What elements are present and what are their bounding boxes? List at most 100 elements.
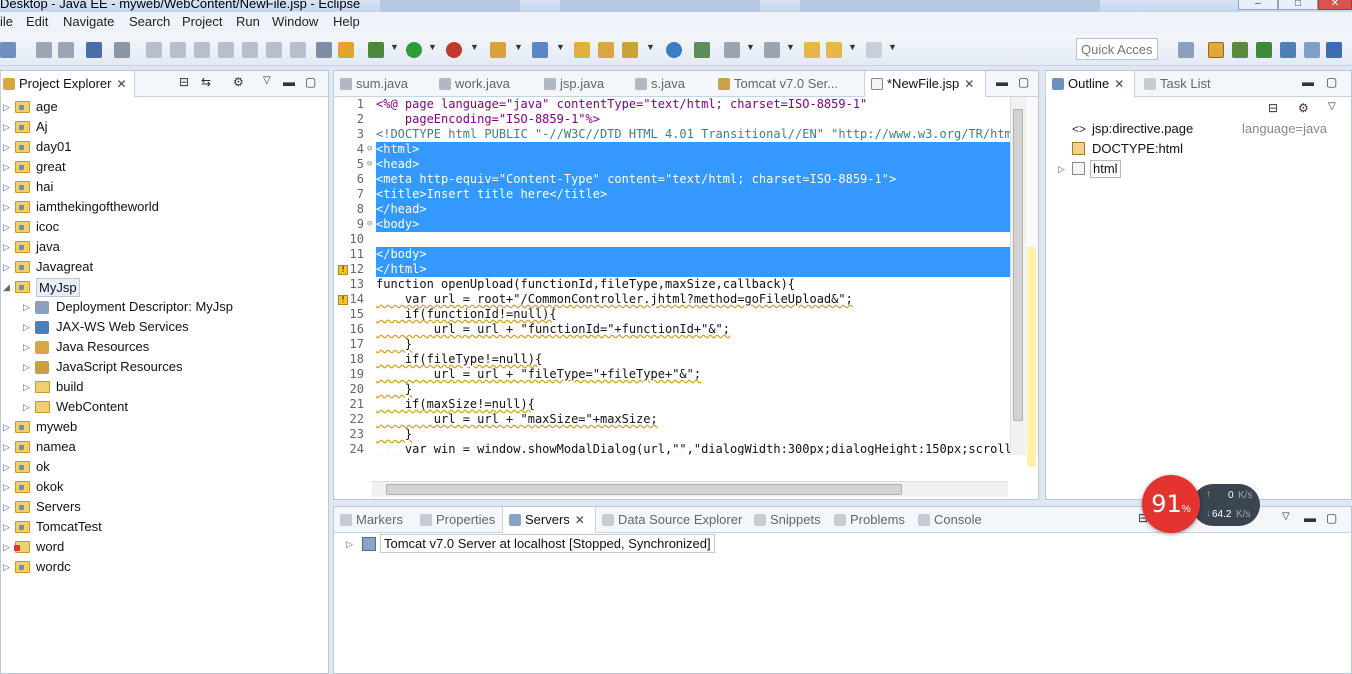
code-line[interactable]: 4 ⊖ <html> [334, 142, 1012, 157]
save-icon[interactable] [36, 42, 52, 58]
tab-servers[interactable]: Servers ✕ [502, 507, 596, 533]
chevron-right-icon[interactable]: ▷ [3, 417, 10, 437]
open-task-icon[interactable] [598, 42, 614, 58]
debug-perspective-icon[interactable] [1256, 42, 1272, 58]
tab-s-java[interactable]: s.java [635, 71, 685, 97]
tab-data-source-explorer[interactable]: Data Source Explorer [602, 507, 742, 533]
step-return-icon[interactable] [290, 42, 306, 58]
chevron-right-icon[interactable]: ▷ [3, 217, 10, 237]
new-icon[interactable] [0, 42, 16, 58]
globe-icon[interactable] [666, 42, 682, 58]
terminate-icon[interactable] [194, 42, 210, 58]
chevron-down-icon[interactable]: ▼ [848, 42, 857, 52]
console-icon[interactable] [86, 42, 102, 58]
minimize-view-icon[interactable]: ▬ [996, 75, 1008, 89]
code-line[interactable]: 24 var win = window.showModalDialog(url,… [334, 442, 1012, 455]
chevron-down-icon[interactable]: ▼ [556, 42, 565, 52]
tab-outline[interactable]: Outline ✕ [1045, 71, 1135, 97]
search-icon[interactable] [622, 42, 638, 58]
code-line[interactable]: ! 14 var url = root+"/CommonController.jh… [334, 292, 1012, 307]
next-annotation-icon[interactable] [724, 42, 740, 58]
minimize-view-icon[interactable]: ▬ [1302, 75, 1314, 89]
prev-annotation-icon[interactable] [764, 42, 780, 58]
fold-icon[interactable]: ⊖ [367, 157, 372, 172]
code-line[interactable]: 19 url = url + "fileType="+fileType+"&"; [334, 367, 1012, 382]
scrollbar-thumb[interactable] [1013, 109, 1023, 421]
tab-project-explorer[interactable]: Project Explorer ✕ [0, 71, 135, 97]
code-line[interactable]: 2 pageEncoding="ISO-8859-1"%> [334, 112, 1012, 127]
chevron-right-icon[interactable]: ▷ [3, 497, 10, 517]
tab-snippets[interactable]: Snippets [754, 507, 821, 533]
tab-task-list[interactable]: Task List [1144, 71, 1211, 97]
minimize-button[interactable]: – [1238, 0, 1278, 10]
chevron-right-icon[interactable]: ▷ [23, 397, 30, 417]
open-type-icon[interactable] [574, 42, 590, 58]
chevron-right-icon[interactable]: ▷ [3, 257, 10, 277]
back-icon[interactable] [826, 42, 842, 58]
view-menu-icon[interactable]: ▽ [263, 75, 271, 86]
java-ee-perspective-icon[interactable] [1208, 42, 1224, 58]
editor-horizontal-scrollbar[interactable] [372, 481, 1008, 497]
chevron-down-icon[interactable]: ▼ [390, 42, 399, 52]
chevron-right-icon[interactable]: ▷ [23, 357, 30, 377]
code-line[interactable]: 1 <%@ page language="java" contentType="t… [334, 97, 1012, 112]
chevron-right-icon[interactable]: ▷ [23, 317, 30, 337]
code-line[interactable]: 15 if(functionId!=null){ [334, 307, 1012, 322]
close-icon[interactable]: ✕ [116, 77, 126, 91]
close-icon[interactable]: ✕ [964, 77, 974, 91]
code-line[interactable]: 13 function openUpload(functionId,fileTyp… [334, 277, 1012, 292]
resume-icon[interactable] [146, 42, 162, 58]
maximize-view-icon[interactable]: ▢ [305, 75, 316, 89]
chevron-right-icon[interactable]: ▷ [3, 537, 10, 557]
suspend-icon[interactable] [170, 42, 186, 58]
close-icon[interactable]: ✕ [1114, 77, 1124, 91]
memory-usage-badge[interactable]: 91% [1142, 475, 1200, 533]
maximize-view-icon[interactable]: ▢ [1326, 511, 1337, 525]
menu-navigate[interactable]: Navigate [63, 14, 114, 29]
editor-vertical-scrollbar[interactable] [1010, 97, 1026, 455]
filter-icon[interactable]: ⚙ [1298, 101, 1309, 115]
open-perspective-icon[interactable] [1178, 42, 1194, 58]
maximize-view-icon[interactable]: ▢ [1018, 75, 1029, 89]
chevron-right-icon[interactable]: ▷ [3, 557, 10, 577]
chevron-right-icon[interactable]: ▷ [3, 177, 10, 197]
chevron-right-icon[interactable]: ▷ [3, 237, 10, 257]
web-perspective-icon[interactable] [1326, 42, 1342, 58]
link-editor-icon[interactable]: ⇆ [201, 75, 211, 89]
team-perspective-icon[interactable] [1280, 42, 1296, 58]
minimize-view-icon[interactable]: ▬ [1304, 511, 1316, 525]
external-tools-icon[interactable] [446, 42, 462, 58]
tab-markers[interactable]: Markers [340, 507, 403, 533]
chevron-right-icon[interactable]: ▷ [23, 297, 30, 317]
chevron-right-icon[interactable]: ▷ [23, 337, 30, 357]
chevron-down-icon[interactable]: ▼ [470, 42, 479, 52]
chevron-down-icon[interactable]: ◢ [3, 277, 10, 297]
disconnect-icon[interactable] [218, 42, 234, 58]
chevron-down-icon[interactable]: ▼ [428, 42, 437, 52]
new-server-icon[interactable] [490, 42, 506, 58]
tab-work-java[interactable]: work.java [439, 71, 510, 97]
menu-run[interactable]: Run [236, 14, 260, 29]
quick-access-input[interactable] [1076, 38, 1158, 60]
chevron-right-icon[interactable]: ▷ [3, 137, 10, 157]
chevron-right-icon[interactable]: ▷ [3, 517, 10, 537]
maximize-button[interactable]: □ [1278, 0, 1318, 10]
view-menu-icon[interactable]: ▽ [1328, 101, 1336, 112]
chevron-right-icon[interactable]: ▷ [346, 534, 353, 554]
chevron-right-icon[interactable]: ▷ [3, 477, 10, 497]
tab-newfile-jsp[interactable]: *NewFile.jsp ✕ [864, 71, 986, 97]
code-line[interactable]: 16 url = url + "functionId="+functionId+… [334, 322, 1012, 337]
close-button[interactable]: ✕ [1318, 0, 1352, 10]
run-icon[interactable] [406, 42, 422, 58]
tab-jsp-java[interactable]: jsp.java [544, 71, 604, 97]
network-speed-widget[interactable]: ↑ 0 K/s ↓ 64.2 K/s [1192, 484, 1260, 526]
minimize-view-icon[interactable]: ▬ [283, 75, 295, 89]
code-line[interactable]: 6 <meta http-equiv="Content-Type" content… [334, 172, 1012, 187]
menu-window[interactable]: Window [272, 14, 318, 29]
chevron-right-icon[interactable]: ▷ [3, 197, 10, 217]
code-line[interactable]: ! 12 </html> [334, 262, 1012, 277]
step-into-icon[interactable] [242, 42, 258, 58]
chevron-right-icon[interactable]: ▷ [3, 117, 10, 137]
step-over-icon[interactable] [266, 42, 282, 58]
menu-help[interactable]: Help [333, 14, 360, 29]
